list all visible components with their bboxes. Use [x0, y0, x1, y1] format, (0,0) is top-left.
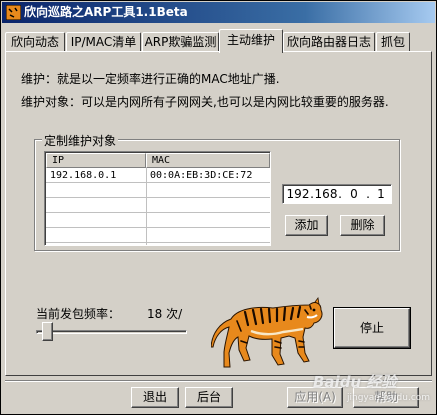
column-header-ip-label: IP	[52, 155, 65, 166]
app-window: 欣向巡路之ARP工具1.1Beta 欣向动态 IP/MAC清单 ARP欺骗监测 …	[0, 0, 437, 415]
column-divider	[146, 168, 147, 245]
delete-button[interactable]: 删除	[340, 215, 385, 236]
apply-button[interactable]: 应用(A)	[287, 387, 343, 408]
cell-ip: 192.168.0.1	[50, 170, 117, 181]
slider-thumb[interactable]	[42, 322, 53, 341]
slider-track	[36, 330, 187, 334]
title-bar[interactable]: 欣向巡路之ARP工具1.1Beta	[2, 2, 435, 23]
table-row-empty	[46, 184, 270, 198]
tab-arp-spoof-monitor[interactable]: ARP欺骗监测	[142, 32, 219, 52]
ip-address-input[interactable]: 192 . 168 . 0 . 1	[282, 184, 392, 204]
tiger-image	[211, 297, 323, 368]
footer-separator	[5, 380, 432, 382]
help-button[interactable]: 帮助	[353, 387, 419, 408]
groupbox-legend: 定制维护对象	[42, 132, 119, 149]
stop-button[interactable]: 停止	[333, 307, 411, 349]
tiger-app-icon	[6, 5, 21, 20]
frequency-label: 当前发包频率：	[36, 307, 121, 321]
table-row[interactable]: 192.168.0.1 00:0A:EB:3D:CE:72	[46, 169, 270, 183]
tab-ip-mac-list[interactable]: IP/MAC清单	[66, 32, 141, 52]
ip-octet-3[interactable]: 0	[342, 185, 366, 203]
table-row-empty	[46, 229, 270, 243]
tab-router-log[interactable]: 欣向路由器日志	[283, 32, 375, 52]
target-list[interactable]: IP MAC 192.168.0.1 00:0A:EB:3D:CE:72	[44, 151, 271, 246]
ip-octet-1[interactable]: 192	[286, 185, 310, 203]
tab-label: IP/MAC清单	[70, 35, 137, 49]
frequency-slider[interactable]	[34, 321, 191, 343]
ip-octet-2[interactable]: 168	[314, 185, 338, 203]
description-line-1: 维护：就是以一定频率进行正确的MAC地址广播.	[21, 72, 280, 86]
column-header-mac[interactable]: MAC	[146, 153, 270, 168]
tab-xinxiang-news[interactable]: 欣向动态	[5, 32, 65, 52]
window-title: 欣向巡路之ARP工具1.1Beta	[24, 5, 188, 19]
table-row-empty	[46, 214, 270, 228]
tab-label: 主动维护	[226, 33, 275, 47]
tab-label: 欣向动态	[10, 35, 59, 49]
tab-active-maintain[interactable]: 主动维护	[219, 29, 283, 53]
frequency-value: 18 次/	[147, 307, 183, 321]
tab-label: 抓包	[380, 35, 405, 49]
description-line-2: 维护对象：可以是内网所有子网网关,也可以是内网比较重要的服务器.	[21, 95, 389, 109]
ip-octet-4[interactable]: 1	[369, 185, 393, 203]
tab-label: ARP欺骗监测	[144, 35, 217, 49]
cell-mac: 00:0A:EB:3D:CE:72	[150, 170, 253, 181]
table-row-empty	[46, 199, 270, 213]
column-header-ip[interactable]: IP	[46, 153, 146, 168]
column-header-mac-label: MAC	[152, 155, 171, 166]
tab-label: 欣向路由器日志	[286, 35, 371, 49]
tab-packet-capture[interactable]: 抓包	[376, 32, 410, 52]
background-button[interactable]: 后台	[185, 387, 233, 408]
exit-button[interactable]: 退出	[131, 387, 179, 408]
add-button[interactable]: 添加	[285, 215, 328, 236]
